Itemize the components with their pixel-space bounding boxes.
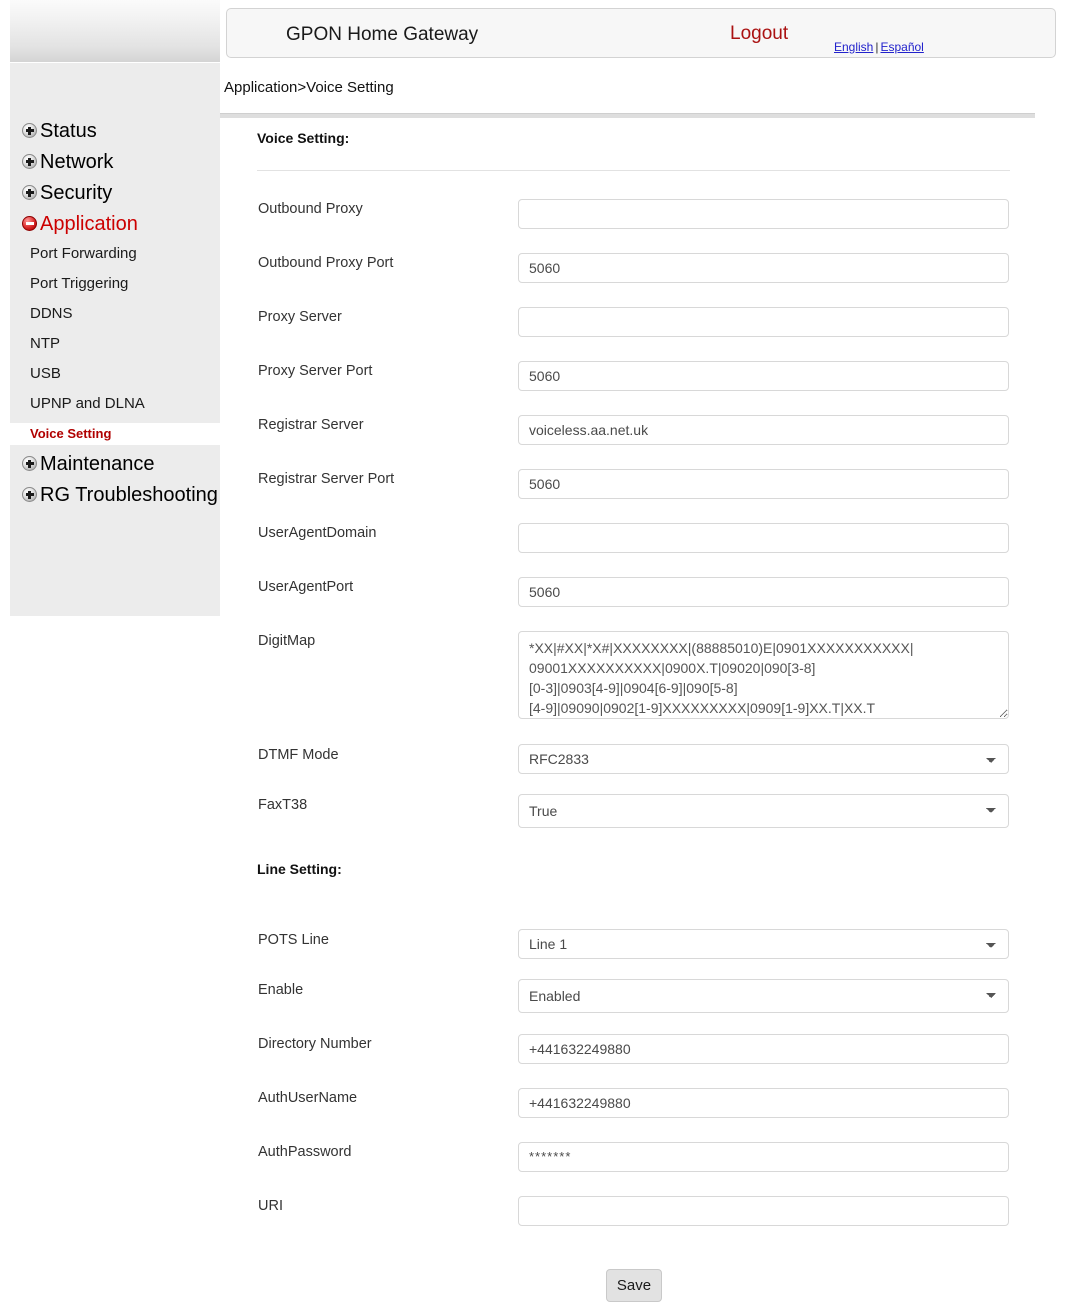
user-agent-domain-input[interactable]	[518, 523, 1009, 553]
line-setting-section-title: Line Setting:	[257, 861, 342, 877]
user-agent-port-label: UserAgentPort	[258, 579, 354, 595]
language-espanol-link[interactable]: Español	[880, 40, 923, 54]
sidebar-item-status[interactable]: Status	[10, 115, 220, 146]
digit-map-label: DigitMap	[258, 633, 316, 649]
plus-icon[interactable]	[22, 456, 37, 471]
registrar-server-input[interactable]	[518, 415, 1009, 445]
sidebar-item-port-forwarding[interactable]: Port Forwarding	[10, 239, 220, 269]
sidebar-item-network[interactable]: Network	[10, 146, 220, 177]
directory-number-input[interactable]	[518, 1034, 1009, 1064]
sidebar-item-maintenance[interactable]: Maintenance	[10, 448, 220, 479]
plus-icon[interactable]	[22, 154, 37, 169]
sidebar-item-label: RG Troubleshooting	[40, 483, 218, 506]
sidebar-navigation: Status Network Security Application Port…	[10, 63, 220, 510]
outbound-proxy-port-label: Outbound Proxy Port	[258, 255, 394, 271]
pots-line-select[interactable]: Line 1Line 2	[518, 929, 1009, 959]
outbound-proxy-input[interactable]	[518, 199, 1009, 229]
save-button[interactable]: Save	[606, 1269, 662, 1302]
language-switcher: English | Español	[834, 40, 924, 54]
proxy-server-port-input[interactable]	[518, 361, 1009, 391]
plus-icon[interactable]	[22, 185, 37, 200]
sidebar-item-ntp[interactable]: NTP	[10, 329, 220, 359]
sidebar-item-upnp-and-dlna[interactable]: UPNP and DLNA	[10, 389, 220, 419]
dtmf-mode-select[interactable]: RFC2833InBandSIPInfo	[518, 744, 1009, 774]
registrar-server-port-input[interactable]	[518, 469, 1009, 499]
page-title: GPON Home Gateway	[286, 24, 479, 45]
sidebar-item-label: Application	[40, 212, 138, 235]
plus-icon[interactable]	[22, 123, 37, 138]
sidebar-item-label: Maintenance	[40, 452, 155, 475]
voice-setting-section-title: Voice Setting:	[257, 130, 350, 146]
directory-number-label: Directory Number	[258, 1036, 372, 1052]
auth-password-input[interactable]	[518, 1142, 1009, 1172]
proxy-server-input[interactable]	[518, 307, 1009, 337]
proxy-server-label: Proxy Server	[258, 309, 342, 325]
uri-label: URI	[258, 1198, 283, 1214]
proxy-server-port-label: Proxy Server Port	[258, 363, 373, 379]
sidebar-header-gradient	[10, 0, 220, 63]
plus-icon[interactable]	[22, 487, 37, 502]
digit-map-textarea[interactable]: *XX|#XX|*X#|XXXXXXXX|(88885010)E|0901XXX…	[518, 631, 1009, 719]
fax-t38-select[interactable]: TrueFalse	[518, 794, 1009, 828]
dtmf-mode-label: DTMF Mode	[258, 747, 339, 763]
language-english-link[interactable]: English	[834, 40, 873, 54]
sidebar-item-label: Status	[40, 119, 97, 142]
sidebar-item-usb[interactable]: USB	[10, 359, 220, 389]
auth-user-name-input[interactable]	[518, 1088, 1009, 1118]
minus-icon[interactable]	[22, 216, 37, 231]
sidebar-item-port-triggering[interactable]: Port Triggering	[10, 269, 220, 299]
sidebar-item-label: Network	[40, 150, 114, 173]
sidebar-item-application[interactable]: Application	[10, 208, 220, 239]
enable-select[interactable]: EnabledDisabled	[518, 979, 1009, 1013]
header-divider	[220, 113, 1035, 118]
outbound-proxy-label: Outbound Proxy	[258, 201, 363, 217]
auth-user-name-label: AuthUserName	[258, 1090, 358, 1106]
breadcrumb: Application>Voice Setting	[224, 79, 394, 96]
uri-input[interactable]	[518, 1196, 1009, 1226]
voice-setting-section-divider	[257, 170, 1010, 171]
sidebar-item-ddns[interactable]: DDNS	[10, 299, 220, 329]
auth-password-label: AuthPassword	[258, 1144, 352, 1160]
sidebar-item-rg-troubleshooting[interactable]: RG Troubleshooting	[10, 479, 220, 510]
sidebar-item-security[interactable]: Security	[10, 177, 220, 208]
fax-t38-label: FaxT38	[258, 797, 308, 813]
user-agent-domain-label: UserAgentDomain	[258, 525, 377, 541]
sidebar-item-voice-setting[interactable]: Voice Setting	[10, 423, 220, 445]
enable-label: Enable	[258, 982, 304, 998]
main-content: GPON Home Gateway Logout English | Español…	[220, 0, 1081, 1312]
outbound-proxy-port-input[interactable]	[518, 253, 1009, 283]
sidebar: Status Network Security Application Port…	[10, 0, 220, 616]
registrar-server-label: Registrar Server	[258, 417, 364, 433]
user-agent-port-input[interactable]	[518, 577, 1009, 607]
registrar-server-port-label: Registrar Server Port	[258, 471, 395, 487]
logout-link[interactable]: Logout	[730, 23, 788, 45]
sidebar-item-label: Security	[40, 181, 113, 204]
pots-line-label: POTS Line	[258, 932, 329, 948]
